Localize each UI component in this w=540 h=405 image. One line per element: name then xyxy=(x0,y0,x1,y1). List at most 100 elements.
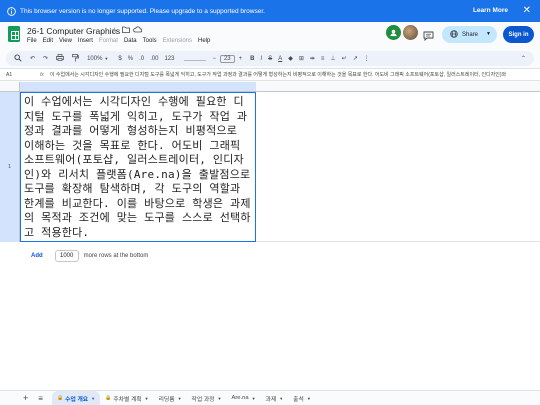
chevron-down-icon: ▼ xyxy=(486,31,491,37)
zoom-chevron-icon: ▼ xyxy=(104,56,109,61)
sheet-tab-bar: + ≡ 🔒 수업 개요 ▼ 🔒 주차별 계획 ▼ 리딩룸 ▼ 작업 과정 ▼ A… xyxy=(0,390,540,405)
sheet-tab-work-process[interactable]: 작업 과정 ▼ xyxy=(187,391,227,405)
percent-icon[interactable]: % xyxy=(128,56,133,62)
close-icon[interactable]: ✕ xyxy=(523,5,531,17)
rows-count-input[interactable]: 1000 xyxy=(54,250,79,262)
add-rows-control: Add 1000 more rows at the bottom xyxy=(31,250,148,262)
sheet-tab-label: 주차별 계획 xyxy=(113,396,142,403)
sheet-tab-label: 리딩룸 xyxy=(158,396,175,403)
menu-data[interactable]: Data xyxy=(124,38,137,44)
grid-empty-area xyxy=(256,92,540,242)
cell-a1[interactable]: 이 수업에서는 시각디자인 수행에 필요한 디지털 도구를 폭넓게 익히고, 도… xyxy=(20,92,256,242)
lock-icon: 🔒 xyxy=(105,395,112,401)
menu-view[interactable]: View xyxy=(59,38,72,44)
menu-edit[interactable]: Edit xyxy=(43,38,53,44)
chevron-down-icon: ▼ xyxy=(217,395,222,401)
lock-icon: 🔒 xyxy=(56,395,64,401)
print-icon[interactable] xyxy=(56,54,64,63)
banner-message: This browser version is no longer suppor… xyxy=(20,7,265,15)
chevron-down-icon: ▼ xyxy=(306,395,311,401)
sheet-tab-assignments[interactable]: 과제 ▼ xyxy=(261,391,289,405)
search-menus-icon[interactable] xyxy=(14,53,22,64)
decrease-decimal-icon[interactable]: .0 xyxy=(139,56,144,62)
sign-in-button[interactable]: Sign in xyxy=(503,26,534,43)
formula-bar: A1 fx 이 수업에서는 시각디자인 수행에 필요한 디지털 도구를 폭넓게 … xyxy=(0,68,540,81)
increase-decimal-icon[interactable]: .00 xyxy=(150,56,158,62)
sheet-grid: 1 이 수업에서는 시각디자인 수행에 필요한 디지털 도구를 폭넓게 익히고,… xyxy=(0,82,540,390)
add-sheet-button[interactable]: + xyxy=(18,391,33,405)
spreadsheet-app: This browser version is no longer suppor… xyxy=(0,0,540,405)
document-title[interactable]: 26-1 Computer Graphics xyxy=(27,26,120,36)
sheet-tab-reading-room[interactable]: 리딩룸 ▼ xyxy=(154,391,187,405)
share-button[interactable]: Share ▼ xyxy=(442,26,497,43)
sheet-tab-course-overview[interactable]: 🔒 수업 개요 ▼ xyxy=(51,390,101,405)
chevron-down-icon: ▼ xyxy=(177,395,182,401)
name-box[interactable]: A1 xyxy=(0,72,40,78)
menu-bar: File Edit View Insert Format Data Tools … xyxy=(27,38,210,44)
collapse-toolbar-icon[interactable]: ⌃ xyxy=(521,55,526,62)
more-options-icon[interactable]: ⋮ xyxy=(364,55,370,62)
add-rows-label: more rows at the bottom xyxy=(83,253,149,259)
sheet-tab-label: 과제 xyxy=(265,396,277,403)
horizontal-align-icon[interactable]: ≡ xyxy=(321,56,325,62)
paint-format-icon[interactable] xyxy=(72,53,79,64)
sheet-tab-label: 수업 개요 xyxy=(65,396,89,403)
chevron-down-icon: ▼ xyxy=(251,395,256,401)
italic-icon[interactable]: I xyxy=(261,56,263,62)
star-icon[interactable]: ☆ xyxy=(111,26,118,35)
all-sheets-menu-button[interactable]: ≡ xyxy=(33,391,48,405)
sheet-tab-label: 작업 과정 xyxy=(191,396,215,403)
zoom-select[interactable]: 100% xyxy=(87,56,102,62)
column-header-a[interactable] xyxy=(20,82,256,92)
menu-help[interactable]: Help xyxy=(198,38,210,44)
increase-font-size-icon[interactable]: + xyxy=(239,56,243,62)
toolbar: ↶ ↷ 100% ▼ $ % .0 .00 123 − 23 + B I S A… xyxy=(6,51,534,66)
menu-extensions[interactable]: Extensions xyxy=(163,38,192,44)
function-icon: fx xyxy=(40,71,44,78)
comments-icon[interactable] xyxy=(423,28,434,46)
title-bar: 26-1 Computer Graphics ☆ File Edit View … xyxy=(0,22,540,49)
menu-format[interactable]: Format xyxy=(99,38,118,44)
text-color-icon[interactable]: A xyxy=(278,56,282,62)
move-folder-icon[interactable] xyxy=(122,26,130,35)
avatar-photo[interactable] xyxy=(403,25,418,40)
text-wrapping-icon[interactable]: ↵ xyxy=(342,55,347,62)
menu-tools[interactable]: Tools xyxy=(143,38,157,44)
cloud-status-icon[interactable] xyxy=(133,26,143,35)
redo-icon[interactable]: ↷ xyxy=(43,55,48,62)
globe-icon xyxy=(450,29,458,40)
bold-icon[interactable]: B xyxy=(250,56,254,62)
text-rotation-icon[interactable]: ↗ xyxy=(353,55,358,62)
chevron-down-icon: ▼ xyxy=(91,395,96,401)
sheets-logo-icon[interactable] xyxy=(8,26,20,42)
add-rows-button[interactable]: Add xyxy=(31,253,43,259)
vertical-align-icon[interactable]: ⊥ xyxy=(330,55,335,62)
info-icon xyxy=(5,5,17,17)
learn-more-link[interactable]: Learn More xyxy=(473,7,508,14)
decrease-font-size-icon[interactable]: − xyxy=(212,56,216,62)
formula-input[interactable]: 이 수업에서는 시각디자인 수행에 필요한 디지털 도구를 폭넓게 익히고, 도… xyxy=(50,71,520,78)
column-header-empty xyxy=(256,82,540,92)
unsupported-browser-banner: This browser version is no longer suppor… xyxy=(0,0,540,22)
menu-insert[interactable]: Insert xyxy=(78,38,93,44)
currency-icon[interactable]: $ xyxy=(118,56,121,62)
borders-icon[interactable]: ⊞ xyxy=(299,55,304,62)
sheet-tab-weekly-plan[interactable]: 🔒 주차별 계획 ▼ xyxy=(100,391,153,405)
font-family-select[interactable] xyxy=(184,55,207,63)
sheet-tab-arena[interactable]: Are.na ▼ xyxy=(226,391,260,405)
select-all-corner[interactable] xyxy=(0,82,20,92)
merge-cells-icon[interactable]: ⇹ xyxy=(310,55,315,62)
share-label: Share xyxy=(462,31,479,38)
font-size-input[interactable]: 23 xyxy=(219,54,235,63)
sheet-tab-attendance[interactable]: 출석 ▼ xyxy=(288,391,316,405)
undo-icon[interactable]: ↶ xyxy=(30,55,35,62)
fill-color-icon[interactable]: ◆ xyxy=(288,55,293,62)
more-formats-icon[interactable]: 123 xyxy=(164,56,174,62)
menu-file[interactable]: File xyxy=(27,38,37,44)
row-header-1[interactable]: 1 xyxy=(0,92,20,242)
avatar-green[interactable] xyxy=(386,25,401,40)
sheet-tab-label: 출석 xyxy=(293,396,304,403)
sheet-tab-label: Are.na xyxy=(231,395,249,401)
strikethrough-icon[interactable]: S xyxy=(268,56,272,62)
chevron-down-icon: ▼ xyxy=(144,395,149,401)
